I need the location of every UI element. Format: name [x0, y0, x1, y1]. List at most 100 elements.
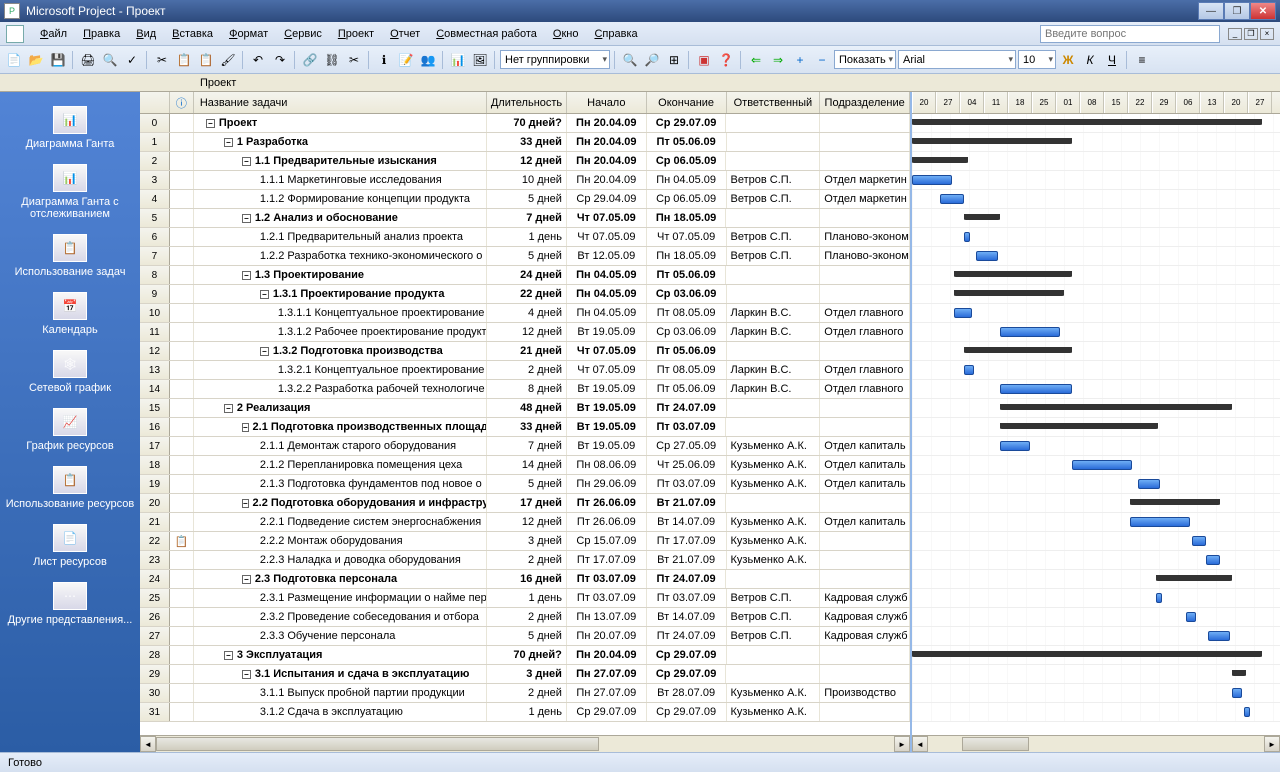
department-cell[interactable]	[820, 152, 910, 170]
scroll-left-button[interactable]: ◄	[140, 736, 156, 752]
task-row[interactable]: 61.2.1 Предварительный анализ проекта1 д…	[140, 228, 910, 247]
responsible-cell[interactable]	[726, 570, 820, 588]
responsible-cell[interactable]	[726, 114, 820, 132]
department-cell[interactable]	[820, 266, 910, 284]
new-button[interactable]: 📄	[4, 50, 24, 70]
gantt-row[interactable]	[912, 228, 1280, 247]
row-number[interactable]: 18	[140, 456, 170, 474]
task-bar[interactable]	[1192, 536, 1206, 546]
start-cell[interactable]: Вт 19.05.09	[567, 399, 647, 417]
task-row[interactable]: 101.3.1.1 Концептуальное проектирование4…	[140, 304, 910, 323]
department-cell[interactable]	[820, 133, 910, 151]
publish-button[interactable]: 📊	[448, 50, 468, 70]
zoom-in-button[interactable]: 🔍	[620, 50, 640, 70]
collapse-icon[interactable]: −	[242, 214, 251, 223]
task-name-cell[interactable]: −1.2 Анализ и обоснование	[194, 209, 487, 227]
gantt-row[interactable]	[912, 152, 1280, 171]
finish-cell[interactable]: Вт 21.07.09	[647, 551, 727, 569]
task-row[interactable]: 303.1.1 Выпуск пробной партии продукции2…	[140, 684, 910, 703]
task-name-cell[interactable]: 2.3.3 Обучение персонала	[194, 627, 487, 645]
duration-cell[interactable]: 5 дней	[487, 190, 567, 208]
duration-cell[interactable]: 5 дней	[487, 247, 567, 265]
gantt-row[interactable]	[912, 133, 1280, 152]
duration-cell[interactable]: 2 дней	[487, 551, 567, 569]
task-name-cell[interactable]: 1.2.2 Разработка технико-экономического …	[194, 247, 487, 265]
row-number[interactable]: 27	[140, 627, 170, 645]
help-button[interactable]: ❓	[716, 50, 736, 70]
start-cell[interactable]: Вт 19.05.09	[567, 380, 647, 398]
task-bar[interactable]	[1000, 327, 1060, 337]
underline-button[interactable]: Ч	[1102, 50, 1122, 70]
responsible-cell[interactable]: Ветров С.П.	[727, 627, 821, 645]
duration-cell[interactable]: 3 дней	[487, 665, 567, 683]
bold-button[interactable]: Ж	[1058, 50, 1078, 70]
gantt-timescale[interactable]: 202704111825010815222906132027	[912, 92, 1280, 114]
task-row[interactable]: 8−1.3 Проектирование24 днейПн 04.05.09Пт…	[140, 266, 910, 285]
task-bar[interactable]	[912, 175, 952, 185]
spellcheck-button[interactable]: ✓	[122, 50, 142, 70]
duration-cell[interactable]: 70 дней?	[487, 646, 567, 664]
task-name-cell[interactable]: −3.1 Испытания и сдача в эксплуатацию	[194, 665, 487, 683]
finish-cell[interactable]: Пт 24.07.09	[647, 570, 727, 588]
duration-cell[interactable]: 5 дней	[487, 627, 567, 645]
task-name-cell[interactable]: 2.3.1 Размещение информации о найме пер	[194, 589, 487, 607]
gantt-row[interactable]	[912, 380, 1280, 399]
duration-cell[interactable]: 17 дней	[487, 494, 567, 512]
duration-cell[interactable]: 1 день	[487, 703, 567, 721]
collapse-icon[interactable]: −	[242, 271, 251, 280]
task-bar[interactable]	[940, 194, 964, 204]
task-row[interactable]: 1−1 Разработка33 днейПн 20.04.09Пт 05.06…	[140, 133, 910, 152]
help-search-input[interactable]	[1040, 25, 1220, 43]
collapse-icon[interactable]: −	[224, 651, 233, 660]
save-button[interactable]: 💾	[48, 50, 68, 70]
duration-cell[interactable]: 7 дней	[487, 437, 567, 455]
row-header-col[interactable]	[140, 92, 170, 113]
task-name-cell[interactable]: 2.2.3 Наладка и доводка оборудования	[194, 551, 487, 569]
responsible-cell[interactable]: Ветров С.П.	[727, 171, 821, 189]
task-row[interactable]: 272.3.3 Обучение персонала5 днейПн 20.07…	[140, 627, 910, 646]
menu-проект[interactable]: Проект	[330, 26, 382, 42]
responsible-cell[interactable]	[727, 646, 821, 664]
gantt-row[interactable]	[912, 456, 1280, 475]
duration-cell[interactable]: 33 дней	[487, 418, 567, 436]
department-cell[interactable]: Отдел главного	[820, 361, 910, 379]
summary-bar[interactable]	[964, 347, 1072, 353]
task-row[interactable]: 22📋2.2.2 Монтаж оборудования3 днейСр 15.…	[140, 532, 910, 551]
gantt-row[interactable]	[912, 437, 1280, 456]
gantt-row[interactable]	[912, 646, 1280, 665]
gantt-row[interactable]	[912, 703, 1280, 722]
view-8[interactable]: ⋯Другие представления...	[0, 578, 140, 636]
task-bar[interactable]	[1186, 612, 1196, 622]
collapse-icon[interactable]: −	[242, 670, 251, 679]
picture-button[interactable]: 🖼	[470, 50, 490, 70]
gantt-scroll-right-button[interactable]: ►	[1264, 736, 1280, 752]
duration-cell[interactable]: 1 день	[487, 589, 567, 607]
summary-bar[interactable]	[912, 157, 968, 163]
task-name-col[interactable]: Название задачи	[194, 92, 487, 113]
view-6[interactable]: 📋Использование ресурсов	[0, 462, 140, 520]
summary-bar[interactable]	[964, 214, 1000, 220]
responsible-cell[interactable]: Кузьменко А.К.	[727, 437, 821, 455]
duration-cell[interactable]: 12 дней	[487, 513, 567, 531]
task-grid[interactable]: 0−Проект70 дней?Пн 20.04.09Ср 29.07.091−…	[140, 114, 910, 735]
responsible-cell[interactable]: Ветров С.П.	[727, 228, 821, 246]
grid-hscroll[interactable]: ◄ ►	[140, 735, 910, 752]
gantt-row[interactable]	[912, 608, 1280, 627]
unlink-button[interactable]: ⛓	[322, 50, 342, 70]
start-cell[interactable]: Вт 12.05.09	[567, 247, 647, 265]
collapse-icon[interactable]: −	[242, 499, 249, 508]
task-name-cell[interactable]: 1.3.1.1 Концептуальное проектирование	[194, 304, 487, 322]
task-row[interactable]: 131.3.2.1 Концептуальное проектирование2…	[140, 361, 910, 380]
gantt-row[interactable]	[912, 399, 1280, 418]
duration-cell[interactable]: 5 дней	[487, 475, 567, 493]
department-cell[interactable]: Кадровая служб	[820, 627, 910, 645]
summary-bar[interactable]	[1000, 423, 1158, 429]
department-cell[interactable]: Кадровая служб	[820, 589, 910, 607]
finish-cell[interactable]: Ср 06.05.09	[647, 190, 727, 208]
finish-cell[interactable]: Пт 08.05.09	[647, 361, 727, 379]
gantt-row[interactable]	[912, 684, 1280, 703]
finish-cell[interactable]: Пн 04.05.09	[647, 171, 727, 189]
view-1[interactable]: 📊Диаграмма Ганта с отслеживанием	[0, 160, 140, 230]
finish-cell[interactable]: Пт 05.06.09	[647, 342, 727, 360]
task-row[interactable]: 111.3.1.2 Рабочее проектирование продукт…	[140, 323, 910, 342]
